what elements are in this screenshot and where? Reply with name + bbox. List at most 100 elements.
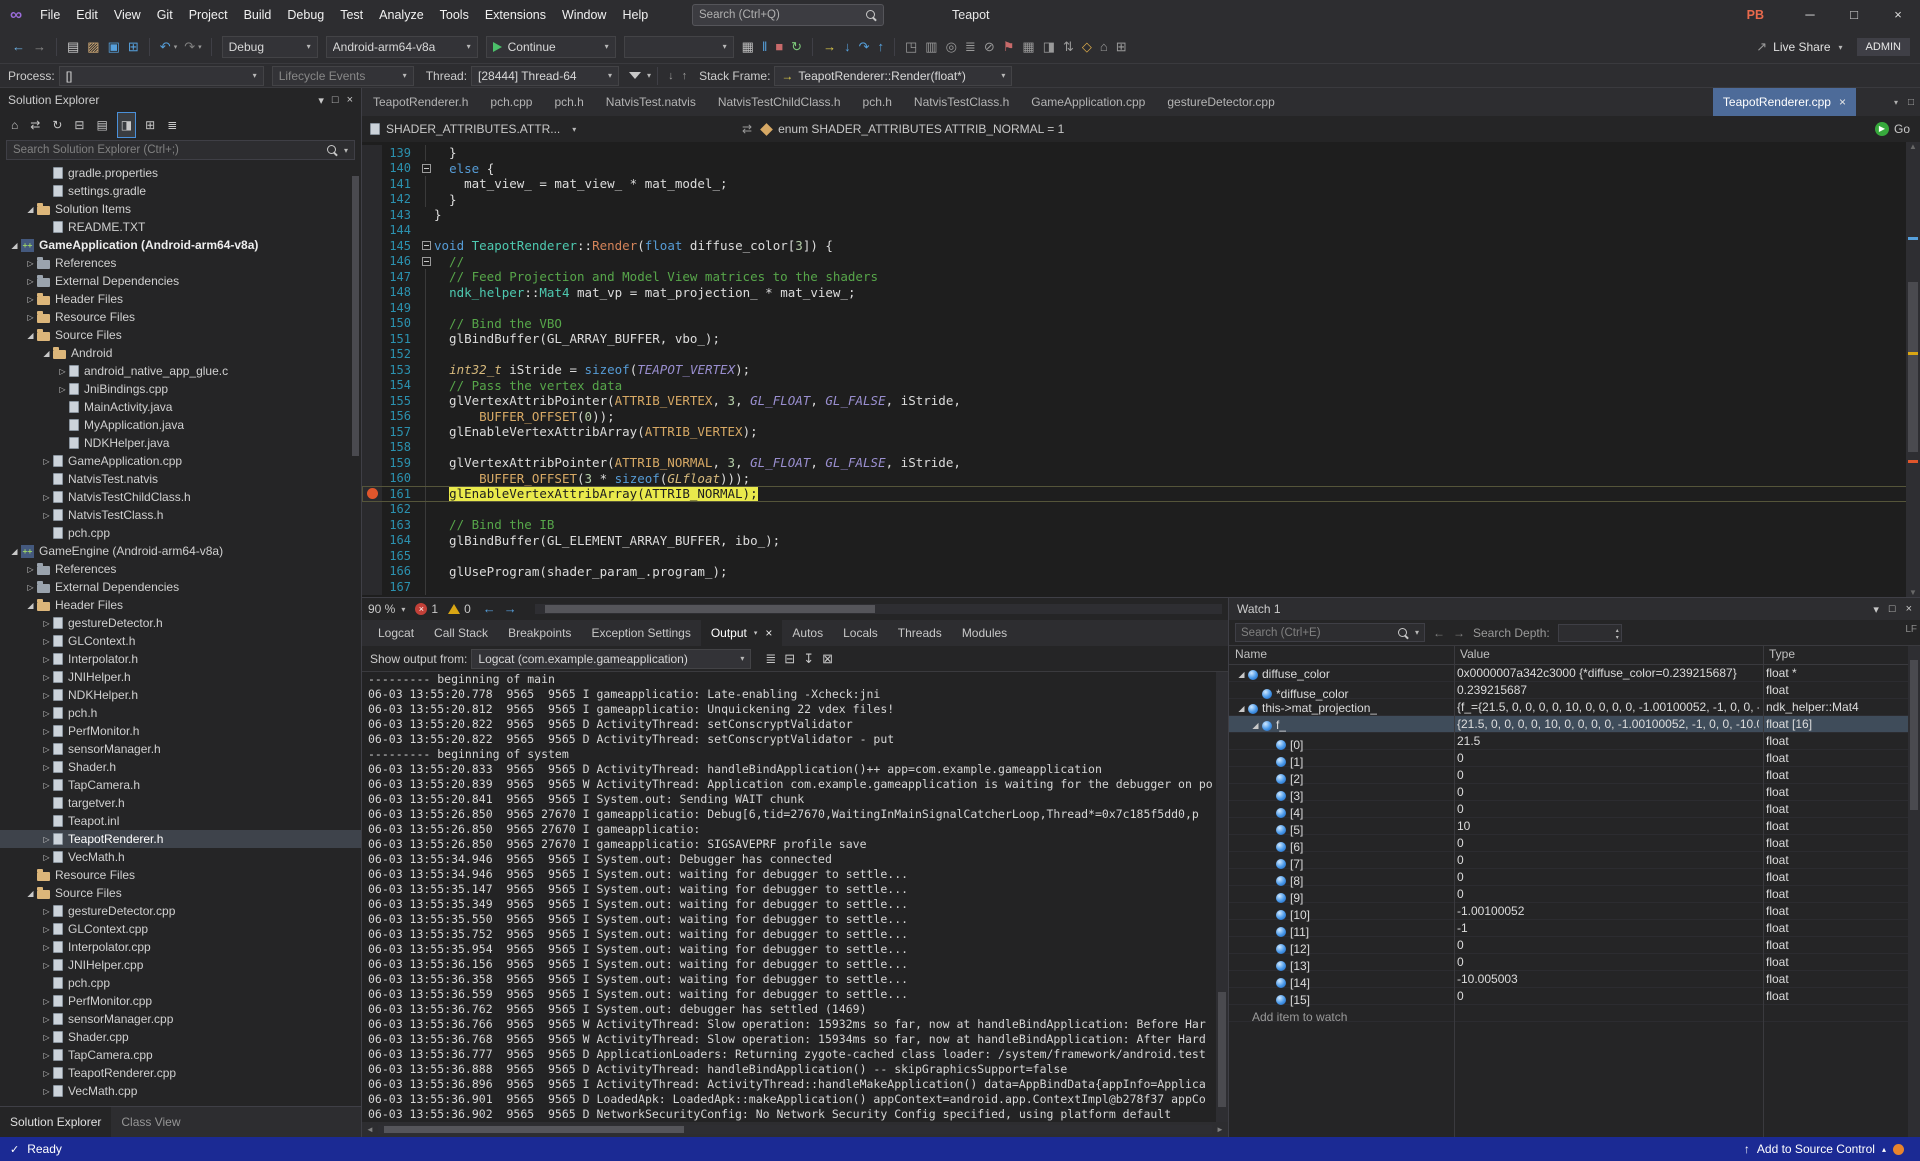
call-stack-icon[interactable]: ≣ [961, 36, 980, 58]
tree-item[interactable]: ◢ ++ GameEngine (Android-arm64-v8a) [0, 542, 361, 560]
close-icon[interactable]: × [765, 626, 772, 640]
immediate-window-icon[interactable]: ▥ [921, 36, 941, 58]
tree-collapsed-icon[interactable]: ▷ [40, 637, 53, 646]
code-line[interactable]: 157 glEnableVertexAttribArray(ATTRIB_VER… [362, 424, 1920, 440]
tree-collapsed-icon[interactable]: ▷ [24, 277, 37, 286]
find-symbol-icon[interactable]: ◎ [942, 36, 961, 58]
scrollbar-thumb[interactable] [1910, 660, 1918, 810]
navigate-forward-icon[interactable]: → [29, 36, 50, 58]
sort-icon[interactable]: ⇅ [1059, 36, 1078, 58]
watch-window-icon[interactable]: ◳ [901, 36, 921, 58]
panel-tab-logcat[interactable]: Logcat [368, 620, 424, 646]
scroll-right-icon[interactable]: ► [1212, 1125, 1228, 1134]
code-line[interactable]: 166 glUseProgram(shader_param_.program_)… [362, 563, 1920, 579]
breakpoint-margin[interactable] [362, 284, 382, 300]
breakpoint-margin[interactable] [362, 501, 382, 517]
menu-build[interactable]: Build [236, 0, 280, 30]
tree-collapsed-icon[interactable]: ▷ [24, 565, 37, 574]
breakpoint-margin[interactable] [362, 300, 382, 316]
breakpoint-margin[interactable] [362, 238, 382, 254]
column-header-name[interactable]: Name [1235, 647, 1267, 661]
close-icon[interactable]: × [1906, 603, 1912, 616]
tree-item[interactable]: pch.cpp [0, 524, 361, 542]
tree-collapsed-icon[interactable]: ▷ [24, 295, 37, 304]
tree-collapsed-icon[interactable]: ▷ [24, 583, 37, 592]
background-tasks-icon[interactable]: ✓ [10, 1143, 19, 1156]
tree-item[interactable]: ▷ PerfMonitor.h [0, 722, 361, 740]
code-line[interactable]: 163 // Bind the IB [362, 517, 1920, 533]
tree-collapsed-icon[interactable]: ▷ [24, 259, 37, 268]
tree-expanded-icon[interactable]: ◢ [24, 205, 37, 214]
code-line[interactable]: 155 glVertexAttribPointer(ATTRIB_VERTEX,… [362, 393, 1920, 409]
scroll-up-icon[interactable]: ▲ [1906, 142, 1920, 151]
tree-collapsed-icon[interactable]: ▷ [40, 1051, 53, 1060]
breakpoint-margin[interactable] [362, 160, 382, 176]
document-tab[interactable]: NatvisTest.natvis [595, 88, 707, 116]
search-next-icon[interactable]: → [1453, 626, 1465, 640]
code-line[interactable]: 143} [362, 207, 1920, 223]
document-tab[interactable]: GameApplication.cpp [1020, 88, 1156, 116]
watch-row[interactable]: [8] 0 float [1229, 869, 1909, 888]
tree-item[interactable]: ▷ External Dependencies [0, 578, 361, 596]
tree-expanded-icon[interactable]: ◢ [1235, 700, 1248, 717]
breakpoint-icon[interactable] [366, 488, 378, 500]
clear-all-icon[interactable]: ⊠ [818, 648, 837, 670]
tree-collapsed-icon[interactable]: ▷ [40, 1015, 53, 1024]
tree-item[interactable]: ▷ pch.h [0, 704, 361, 722]
panel-tab-breakpoints[interactable]: Breakpoints [498, 620, 581, 646]
code-editor[interactable]: 139 } 140 else {141 mat_view_ = mat_view_… [362, 142, 1920, 597]
menu-extensions[interactable]: Extensions [477, 0, 554, 30]
output-horizontal-scrollbar[interactable]: ◄ ► [362, 1122, 1228, 1137]
properties-icon[interactable]: ≣ [164, 113, 180, 137]
tree-item[interactable]: ▷ NatvisTestChildClass.h [0, 488, 361, 506]
watch-row[interactable]: [7] 0 float [1229, 852, 1909, 871]
tree-item[interactable]: ▷ gestureDetector.cpp [0, 902, 361, 920]
breakpoint-margin[interactable] [362, 579, 382, 595]
breakpoint-margin[interactable] [362, 191, 382, 207]
float-icon[interactable]: □ [1889, 603, 1896, 616]
pin-icon[interactable]: □ [332, 94, 339, 107]
tree-item[interactable]: gradle.properties [0, 164, 361, 182]
watch-row[interactable]: *diffuse_color 0.239215687 float [1229, 682, 1909, 701]
document-tab[interactable]: NatvisTestClass.h [903, 88, 1020, 116]
tree-item[interactable]: ◢ ++ GameApplication (Android-arm64-v8a) [0, 236, 361, 254]
panel-tab-output[interactable]: Output ▾ × [700, 620, 783, 646]
code-line[interactable]: 165 [362, 548, 1920, 564]
chevron-down-icon[interactable]: ▾ [754, 629, 758, 637]
tree-collapsed-icon[interactable]: ▷ [40, 691, 53, 700]
save-all-icon[interactable]: ⊞ [124, 36, 143, 58]
tree-collapsed-icon[interactable]: ▷ [40, 907, 53, 916]
watch-row[interactable]: ◢ this->mat_projection_ {f_={21.5, 0, 0, 0… [1229, 699, 1909, 716]
code-line[interactable]: 156 BUFFER_OFFSET(0)); [362, 408, 1920, 424]
tree-item[interactable]: ▷ Header Files [0, 290, 361, 308]
code-line[interactable]: 150 // Bind the VBO [362, 315, 1920, 331]
tree-collapsed-icon[interactable]: ▷ [40, 1069, 53, 1078]
tree-item[interactable]: ▷ Shader.h [0, 758, 361, 776]
tree-item[interactable]: ▷ GameApplication.cpp [0, 452, 361, 470]
home-icon[interactable]: ⌂ [8, 113, 21, 137]
tree-item[interactable]: ▷ GLContext.h [0, 632, 361, 650]
tree-item[interactable]: ▷ VecMath.cpp [0, 1082, 361, 1100]
scrollbar-thumb[interactable] [544, 605, 875, 613]
tree-item[interactable]: ▷ TapCamera.h [0, 776, 361, 794]
warning-count[interactable]: 0 [464, 602, 471, 616]
stack-down-icon[interactable]: ↓ [664, 65, 678, 87]
panel-tab-threads[interactable]: Threads [888, 620, 952, 646]
tree-item[interactable]: ◢ Source Files [0, 884, 361, 902]
watch-row[interactable]: [12] 0 float [1229, 937, 1909, 956]
new-file-icon[interactable]: ▤ [63, 36, 83, 58]
breakpoint-margin[interactable] [362, 532, 382, 548]
disable-breakpoints-icon[interactable]: ⊘ [980, 36, 999, 58]
collapse-messages-icon[interactable]: ⊟ [780, 648, 799, 670]
fold-collapse-icon[interactable] [421, 256, 431, 266]
breakpoint-margin[interactable] [362, 424, 382, 440]
panel-menu-icon[interactable]: ▾ [318, 94, 324, 107]
stop-debugging-icon[interactable]: ■ [771, 36, 787, 58]
solution-search-input[interactable]: Search Solution Explorer (Ctrl+;) ▾ [6, 140, 355, 160]
breakpoint-margin[interactable] [362, 563, 382, 579]
tree-item[interactable]: ▷ JNIHelper.h [0, 668, 361, 686]
breakpoint-margin[interactable] [362, 455, 382, 471]
output-vertical-scrollbar[interactable] [1216, 672, 1228, 1122]
scrollbar-thumb[interactable] [1218, 992, 1226, 1107]
tree-item[interactable]: MyApplication.java [0, 416, 361, 434]
